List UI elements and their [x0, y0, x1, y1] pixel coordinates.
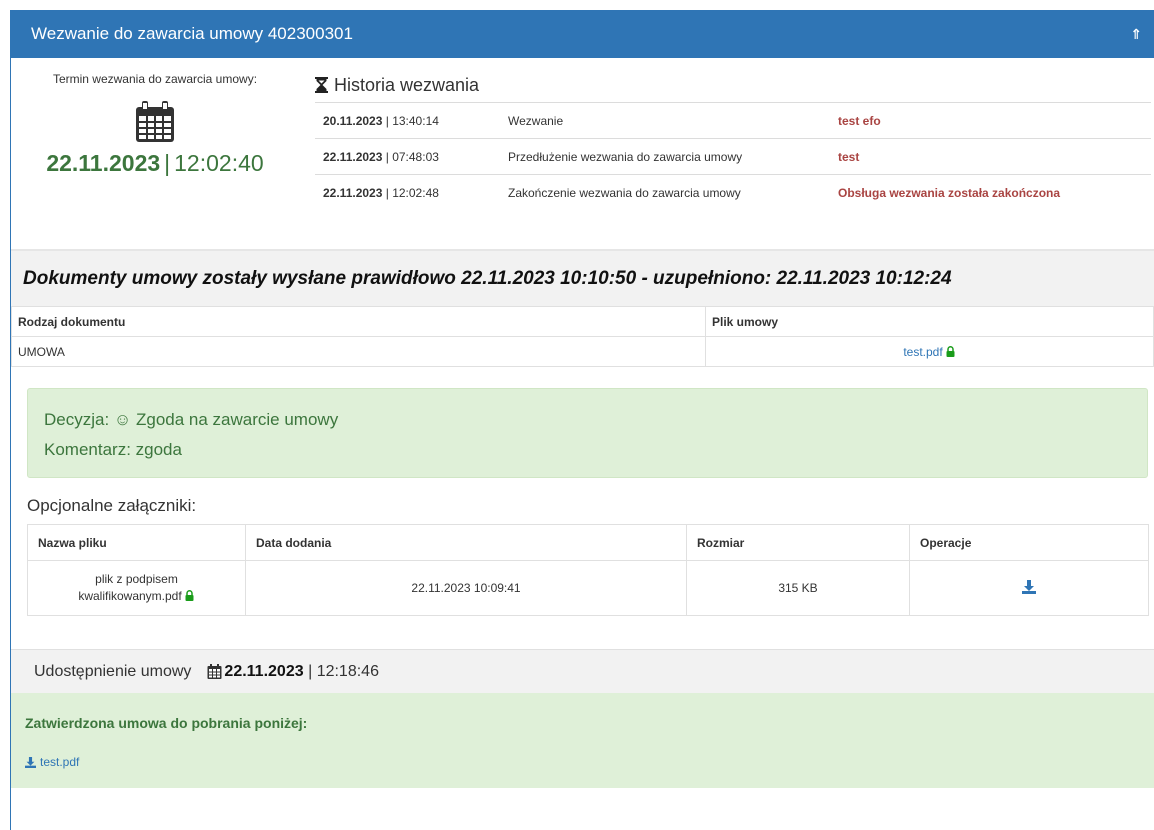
summons-panel: Wezwanie do zawarcia umowy 402300301 ⇑ T…: [10, 10, 1154, 830]
final-file: test.pdf: [25, 755, 1154, 769]
attachment-size: 315 KB: [686, 560, 910, 616]
table-row: 22.11.2023 | 12:02:48 Zakończenie wezwan…: [315, 174, 1151, 211]
history-date: 22.11.2023: [323, 149, 383, 164]
column-header: Nazwa pliku: [27, 524, 246, 561]
attachments-title: Opcjonalne załączniki:: [27, 496, 197, 515]
document-file-cell: test.pdf: [705, 336, 1154, 367]
history-date-cell: 20.11.2023 | 13:40:14: [315, 102, 500, 139]
deadline-box: Termin wezwania do zawarcia umowy: 22.11…: [11, 72, 299, 177]
history-table: 20.11.2023 | 13:40:14 Wezwanie test efo …: [315, 102, 1151, 211]
deadline-date: 22.11.2023: [46, 150, 161, 176]
collapse-icon[interactable]: ⇑: [1130, 26, 1142, 43]
calendar-icon: [136, 101, 174, 142]
share-label: Udostępnienie umowy: [34, 662, 192, 680]
deadline-separator: |: [164, 150, 171, 176]
attachment-name-line2: kwalifikowanym.pdf: [78, 589, 182, 603]
share-time: 12:18:46: [316, 662, 379, 680]
download-icon: [25, 756, 36, 768]
document-file-link[interactable]: test.pdf: [903, 345, 942, 359]
hourglass-icon: [315, 77, 328, 93]
history-event: Przedłużenie wezwania do zawarcia umowy: [500, 138, 830, 175]
history-date-cell: 22.11.2023 | 07:48:03: [315, 138, 500, 175]
attachment-name-cell: plik z podpisem kwalifikowanym.pdf: [27, 560, 246, 616]
deadline-label: Termin wezwania do zawarcia umowy:: [52, 72, 258, 86]
lock-icon: [185, 590, 194, 601]
share-body: Zatwierdzona umowa do pobrania poniżej: …: [11, 693, 1154, 788]
history-date-cell: 22.11.2023 | 12:02:48: [315, 174, 500, 211]
history-time: 13:40:14: [392, 113, 439, 128]
document-type: UMOWA: [11, 336, 706, 367]
panel-header: Wezwanie do zawarcia umowy 402300301 ⇑: [11, 10, 1154, 58]
column-header: Data dodania: [245, 524, 687, 561]
comment-text: Komentarz: zgoda: [44, 440, 182, 459]
deadline-datetime: 22.11.2023 | 12:02:40: [11, 150, 299, 177]
history-time: 07:48:03: [392, 149, 439, 164]
column-header: Operacje: [909, 524, 1149, 561]
history-box: Historia wezwania 20.11.2023 | 13:40:14 …: [315, 72, 1151, 211]
table-row: UMOWA test.pdf: [11, 336, 1154, 367]
calendar-icon: [207, 664, 222, 679]
column-header: Rozmiar: [686, 524, 910, 561]
download-icon[interactable]: [1022, 579, 1036, 594]
table-row: 20.11.2023 | 13:40:14 Wezwanie test efo: [315, 102, 1151, 139]
summary-section: Termin wezwania do zawarcia umowy: 22.11…: [11, 58, 1154, 250]
deadline-time: 12:02:40: [174, 150, 264, 176]
share-separator: |: [308, 662, 313, 680]
lock-icon: [946, 345, 955, 357]
decision-text: Decyzja: ☺ Zgoda na zawarcie umowy: [44, 410, 339, 429]
history-title-text: Historia wezwania: [334, 74, 480, 95]
history-status: test efo: [830, 102, 1151, 139]
history-date: 22.11.2023: [323, 185, 383, 200]
panel-title: Wezwanie do zawarcia umowy 402300301: [31, 24, 353, 43]
final-file-link[interactable]: test.pdf: [40, 755, 79, 769]
table-row: plik z podpisem kwalifikowanym.pdf 22.11…: [27, 560, 1149, 616]
decision-alert: Decyzja: ☺ Zgoda na zawarcie umowy Komen…: [27, 388, 1148, 478]
history-time: 12:02:48: [392, 185, 439, 200]
table-row: 22.11.2023 | 07:48:03 Przedłużenie wezwa…: [315, 138, 1151, 175]
column-header: Rodzaj dokumentu: [11, 306, 706, 337]
table-header-row: Rodzaj dokumentu Plik umowy: [11, 306, 1154, 337]
history-status: test: [830, 138, 1151, 175]
approved-text: Zatwierdzona umowa do pobrania poniżej:: [25, 715, 308, 731]
attachment-operations: [909, 560, 1149, 616]
history-event: Zakończenie wezwania do zawarcia umowy: [500, 174, 830, 211]
history-event: Wezwanie: [500, 102, 830, 139]
column-header: Plik umowy: [705, 306, 1154, 337]
documents-title: Dokumenty umowy zostały wysłane prawidło…: [23, 267, 952, 289]
table-header-row: Nazwa pliku Data dodania Rozmiar Operacj…: [27, 524, 1149, 561]
attachment-name-line1: plik z podpisem: [95, 572, 178, 586]
history-title: Historia wezwania: [315, 72, 1151, 98]
documents-header: Dokumenty umowy zostały wysłane prawidło…: [11, 250, 1154, 306]
history-date: 20.11.2023: [323, 113, 383, 128]
attachment-date: 22.11.2023 10:09:41: [245, 560, 687, 616]
share-header: Udostępnienie umowy 22.11.2023 | 12:18:4…: [11, 649, 1154, 693]
documents-table: Rodzaj dokumentu Plik umowy UMOWA test.p…: [11, 306, 1154, 367]
history-status: Obsługa wezwania została zakończona: [830, 174, 1151, 211]
attachments-table: Nazwa pliku Data dodania Rozmiar Operacj…: [27, 524, 1149, 616]
share-date: 22.11.2023: [224, 662, 304, 680]
